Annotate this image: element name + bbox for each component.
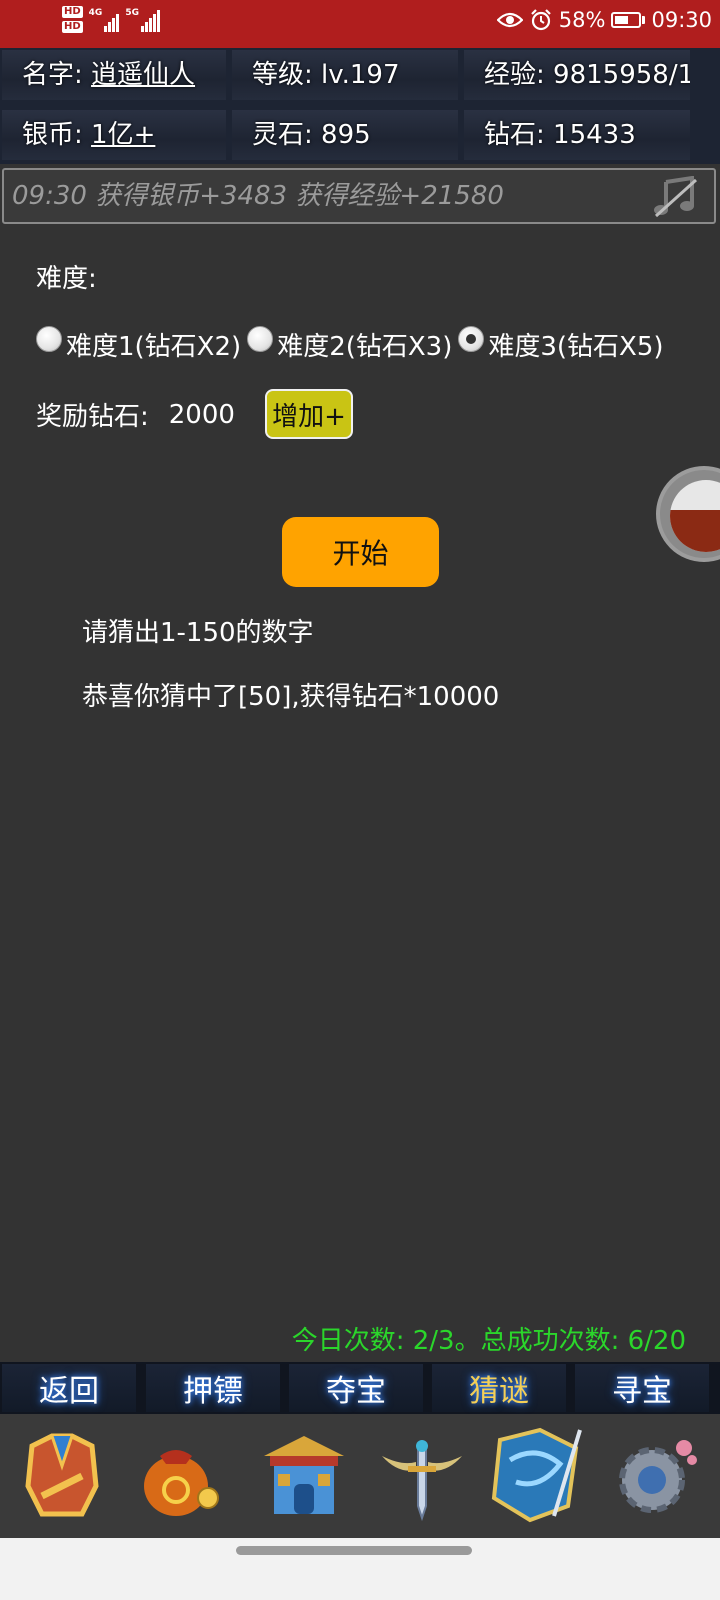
tab-escort[interactable]: 押镖 bbox=[146, 1364, 280, 1412]
function-tab-bar: 返回 押镖 夺宝 猜谜 寻宝 bbox=[0, 1362, 720, 1414]
radio-unchecked-icon[interactable] bbox=[36, 325, 62, 352]
diamond-cell: 钻石: 15433 bbox=[464, 110, 690, 160]
difficulty-option-3[interactable]: 难度3(钻石X5) bbox=[458, 325, 664, 363]
player-name-cell: 名字: 逍遥仙人 bbox=[2, 50, 226, 100]
attempt-counts: 今日次数: 2/3。总成功次数: 6/20 bbox=[291, 1326, 686, 1356]
difficulty-radio-group: 难度1(钻石X2) 难度2(钻石X3) 难度3(钻石X5) bbox=[36, 325, 670, 363]
signal-group: HD HD 4G 5G bbox=[62, 6, 160, 33]
spirit-stone-value: 895 bbox=[321, 120, 371, 150]
player-name-link[interactable]: 逍遥仙人 bbox=[91, 60, 195, 90]
music-toggle-icon[interactable] bbox=[652, 176, 700, 218]
player-level: lv.197 bbox=[321, 60, 400, 90]
shop-building-icon[interactable] bbox=[254, 1426, 354, 1526]
hd-badge-1: HD bbox=[62, 6, 83, 18]
silver-link[interactable]: 1亿+ bbox=[91, 120, 155, 150]
diamond-value: 15433 bbox=[553, 120, 636, 150]
status-right: 58% 09:30 bbox=[496, 8, 712, 32]
difficulty-option-2[interactable]: 难度2(钻石X3) bbox=[247, 325, 452, 363]
signal-4g-icon: 4G bbox=[89, 8, 120, 32]
settings-gear-icon[interactable] bbox=[606, 1426, 706, 1526]
player-exp-cell: 经验: 9815958/1 bbox=[464, 50, 690, 100]
reward-value: 2000 bbox=[168, 399, 235, 430]
guess-result: 恭喜你猜中了[50],获得钻石*10000 bbox=[82, 682, 500, 712]
clock: 09:30 bbox=[651, 8, 712, 32]
armor-icon[interactable] bbox=[12, 1426, 112, 1526]
activity-log-bar: 09:30 获得银币+3483 获得经验+21580 bbox=[2, 168, 716, 224]
silver-cell: 银币: 1亿+ bbox=[2, 110, 226, 160]
player-level-cell: 等级: lv.197 bbox=[232, 50, 458, 100]
tab-seize-treasure[interactable]: 夺宝 bbox=[289, 1364, 423, 1412]
player-info-panel: 名字: 逍遥仙人 等级: lv.197 经验: 9815958/1 银币: 1亿… bbox=[0, 48, 720, 164]
sword-wings-icon[interactable] bbox=[372, 1426, 472, 1526]
add-reward-button[interactable]: 增加+ bbox=[265, 389, 353, 439]
reward-label: 奖励钻石: bbox=[36, 402, 149, 432]
battery-percent: 58% bbox=[558, 8, 606, 32]
status-bar: HD HD 4G 5G 58% 09:30 bbox=[0, 0, 720, 48]
home-indicator[interactable] bbox=[236, 1546, 472, 1555]
tab-treasure-hunt[interactable]: 寻宝 bbox=[575, 1364, 709, 1412]
start-button[interactable]: 开始 bbox=[282, 517, 439, 587]
alarm-icon bbox=[531, 9, 551, 31]
difficulty-option-1[interactable]: 难度1(钻石X2) bbox=[36, 325, 241, 363]
tab-riddle[interactable]: 猜谜 bbox=[432, 1364, 566, 1412]
main-icon-bar bbox=[0, 1414, 720, 1538]
tab-back[interactable]: 返回 bbox=[2, 1364, 136, 1412]
difficulty-label: 难度: bbox=[36, 264, 97, 294]
hd-badge-2: HD bbox=[62, 21, 83, 33]
radio-checked-icon[interactable] bbox=[458, 325, 485, 352]
player-exp: 9815958/1 bbox=[553, 60, 690, 90]
spirit-stone-cell: 灵石: 895 bbox=[232, 110, 458, 160]
skill-shield-icon[interactable] bbox=[480, 1420, 590, 1530]
guess-hint: 请猜出1-150的数字 bbox=[82, 618, 314, 648]
battery-icon bbox=[611, 12, 646, 28]
eye-icon bbox=[496, 12, 523, 28]
log-text: 09:30 获得银币+3483 获得经验+21580 bbox=[12, 181, 504, 211]
treasure-bag-icon[interactable] bbox=[130, 1426, 230, 1526]
radio-unchecked-icon[interactable] bbox=[247, 325, 274, 352]
signal-5g-icon: 5G bbox=[125, 8, 160, 32]
floating-assist-ball[interactable] bbox=[656, 466, 720, 562]
reward-row: 奖励钻石: 2000 bbox=[36, 396, 235, 433]
